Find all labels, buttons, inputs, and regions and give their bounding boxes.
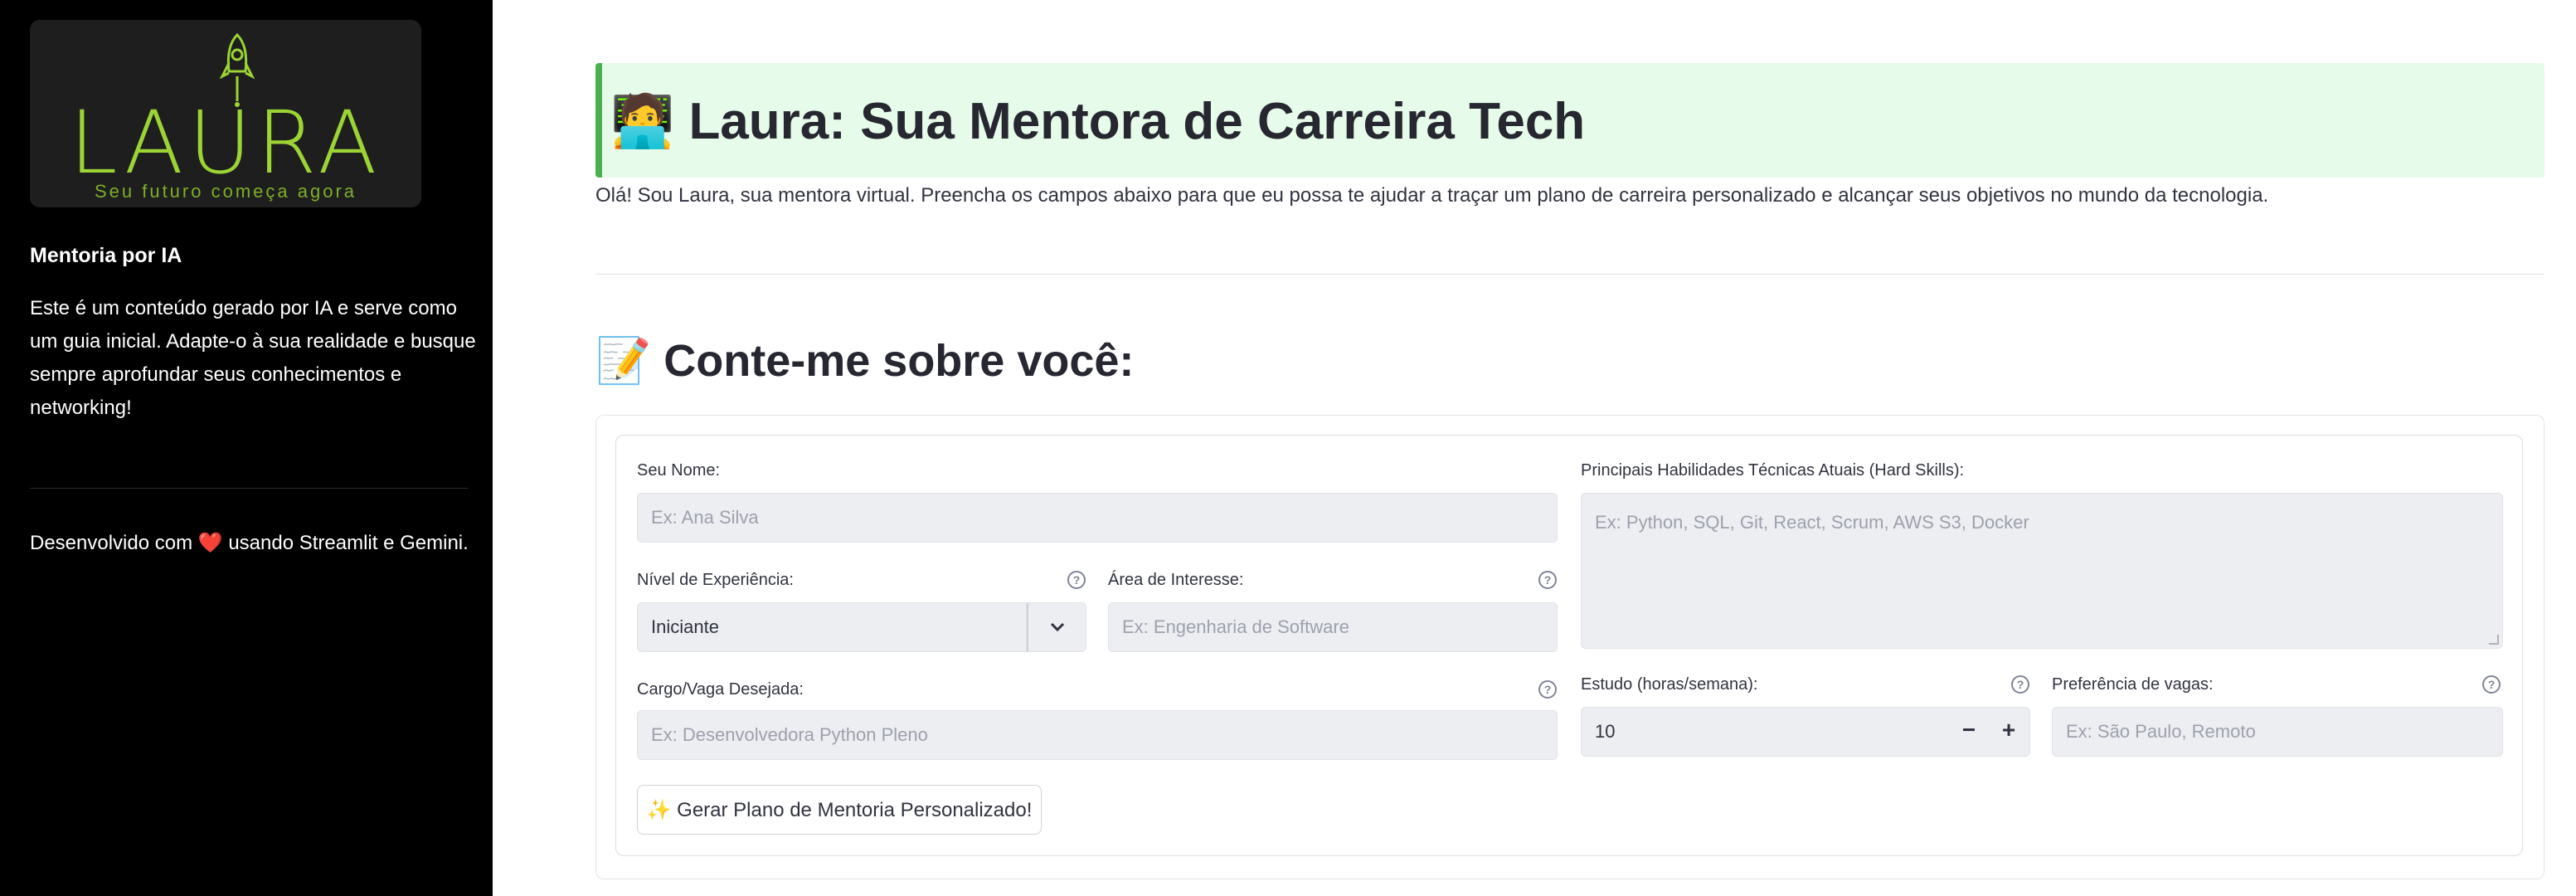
name-input[interactable]: Ex: Ana Silva [637, 493, 1558, 543]
help-icon[interactable]: ? [1538, 571, 1557, 589]
help-icon[interactable]: ? [1067, 571, 1086, 589]
divider [595, 274, 2544, 275]
hard-skills-placeholder: Ex: Python, SQL, Git, React, Scrum, AWS … [1595, 512, 2029, 533]
help-icon[interactable]: ? [2011, 675, 2029, 694]
section-title: 📝 Conte-me sobre você: [595, 335, 1134, 387]
interest-label: Área de Interesse: [1108, 571, 1244, 589]
sidebar-footer: Desenvolvido com ❤️ usando Streamlit e G… [30, 531, 469, 555]
minus-icon[interactable]: − [1954, 717, 1984, 747]
sidebar-divider [30, 488, 468, 489]
chevron-down-icon [1050, 622, 1064, 632]
job-pref-label: Preferência de vagas: [2052, 675, 2214, 694]
footer-suffix: usando Streamlit e Gemini. [228, 532, 469, 554]
target-role-label: Cargo/Vaga Desejada: [637, 680, 804, 699]
generate-plan-button[interactable]: ✨ Gerar Plano de Mentoria Personalizado! [637, 785, 1042, 835]
logo-text: LAURA [69, 92, 382, 193]
logo-tagline: Seu futuro começa agora [94, 181, 357, 202]
hard-skills-label: Principais Habilidades Técnicas Atuais (… [1581, 461, 1965, 480]
sidebar-heading: Mentoria por IA [30, 244, 182, 267]
target-role-input[interactable]: Ex: Desenvolvedora Python Pleno [637, 710, 1558, 760]
study-hours-label: Estudo (horas/semana): [1581, 675, 1758, 694]
help-icon[interactable]: ? [2482, 675, 2501, 694]
plus-icon[interactable]: + [1994, 717, 2024, 747]
sidebar: LAURA Seu futuro começa agora Mentoria p… [0, 0, 493, 896]
page-title-text: Laura: Sua Mentora de Carreira Tech [688, 93, 1586, 150]
experience-label: Nível de Experiência: [637, 571, 794, 589]
name-label: Seu Nome: [637, 461, 721, 480]
job-pref-input[interactable]: Ex: São Paulo, Remoto [2052, 707, 2503, 757]
experience-select[interactable]: Iniciante [637, 602, 1027, 652]
page-title: 🧑‍💻 Laura: Sua Mentora de Carreira Tech [610, 91, 1585, 152]
resize-handle[interactable] [2489, 635, 2499, 645]
section-title-text: Conte-me sobre você: [663, 336, 1135, 386]
intro-text: Olá! Sou Laura, sua mentora virtual. Pre… [595, 184, 2269, 207]
hard-skills-textarea[interactable]: Ex: Python, SQL, Git, React, Scrum, AWS … [1581, 493, 2503, 649]
coder-emoji: 🧑‍💻 [610, 93, 675, 150]
memo-emoji: 📝 [595, 336, 652, 386]
footer-prefix: Desenvolvido com [30, 532, 193, 554]
interest-input[interactable]: Ex: Engenharia de Software [1108, 602, 1558, 652]
help-icon[interactable]: ? [1538, 680, 1557, 699]
logo: LAURA Seu futuro começa agora [30, 20, 421, 207]
sidebar-disclaimer: Este é um conteúdo gerado por IA e serve… [30, 297, 476, 419]
heart-icon: ❤️ [197, 532, 223, 554]
experience-dropdown-button[interactable] [1027, 602, 1086, 652]
title-banner: 🧑‍💻 Laura: Sua Mentora de Carreira Tech [595, 63, 2544, 178]
